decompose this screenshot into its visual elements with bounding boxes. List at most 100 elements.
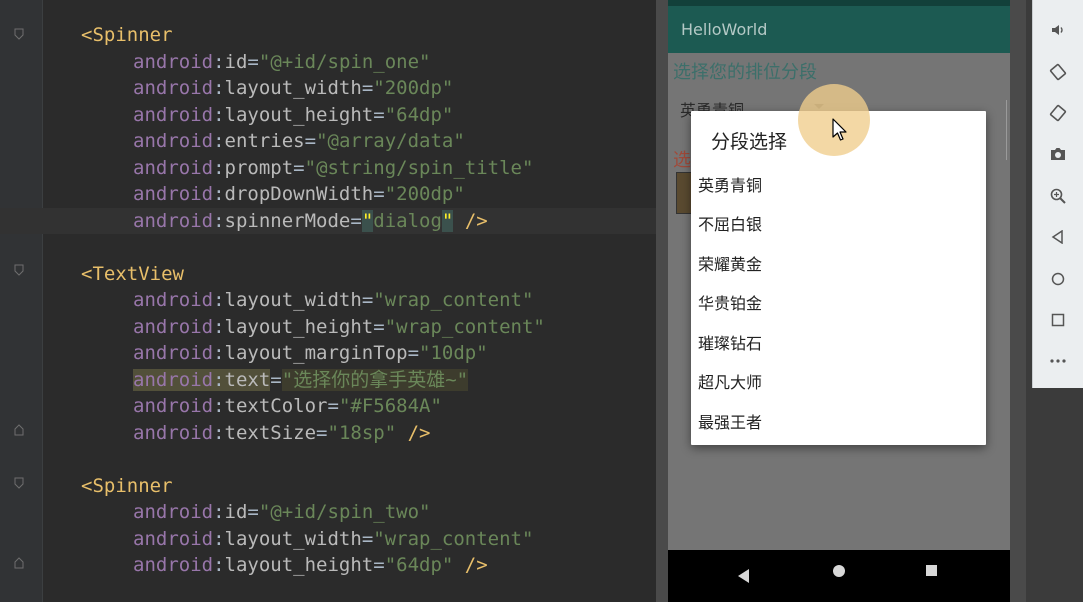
code-indent: android:id="@+id/spin_two": [0, 501, 430, 523]
equals: =: [361, 289, 374, 311]
code-line[interactable]: android:prompt="@string/spin_title": [0, 155, 656, 181]
back-icon[interactable]: [738, 569, 749, 583]
overview-icon[interactable]: [1045, 307, 1071, 333]
xml-namespace: android: [133, 209, 214, 232]
equals: =: [373, 183, 385, 205]
equals: =: [293, 156, 305, 179]
xml-namespace: android: [133, 183, 214, 205]
more-icon[interactable]: [1045, 348, 1071, 374]
equals: =: [361, 527, 374, 550]
camera-icon[interactable]: [1045, 141, 1071, 167]
xml-namespace: android: [133, 130, 214, 152]
xml-attribute: layout_height: [224, 554, 374, 576]
dialog-item[interactable]: 英勇青铜: [698, 172, 762, 196]
code-line[interactable]: android:textColor="#F5684A": [0, 393, 656, 419]
volume-icon[interactable]: [1045, 17, 1071, 43]
equals: =: [270, 368, 282, 391]
colon: :: [213, 50, 225, 73]
code-indent: android:layout_marginTop="10dp": [0, 342, 488, 364]
dialog-item[interactable]: 超凡大师: [698, 369, 762, 393]
xml-value: "200dp": [373, 77, 454, 99]
xml-value: "选择你的拿手英雄~": [281, 368, 469, 391]
equals: =: [304, 130, 317, 152]
xml-value: "64dp": [384, 103, 454, 126]
equals: =: [316, 421, 328, 444]
xml-value: "wrap_content": [373, 289, 534, 311]
xml-attribute: text: [224, 368, 271, 391]
code-line[interactable]: <Spinner: [0, 22, 656, 48]
code-line[interactable]: android:text="选择你的拿手英雄~": [0, 367, 656, 393]
xml-namespace: android: [133, 527, 214, 550]
xml-attribute: dropDownWidth: [224, 183, 374, 205]
xml-namespace: android: [133, 103, 214, 126]
xml-attribute: textColor: [224, 395, 328, 417]
code-line[interactable]: android:layout_height="wrap_content": [0, 314, 656, 340]
xml-value: "@string/spin_title": [304, 156, 534, 179]
dialog-item[interactable]: 最强王者: [698, 409, 762, 433]
code-line[interactable]: android:id="@+id/spin_two": [0, 499, 656, 525]
xml-namespace: android: [133, 342, 214, 364]
colon: :: [213, 289, 225, 311]
equals: =: [247, 501, 259, 523]
code-line[interactable]: [0, 446, 656, 472]
back-icon[interactable]: [1045, 224, 1071, 250]
code-line[interactable]: android:id="@+id/spin_one": [0, 49, 656, 75]
code-line[interactable]: android:layout_marginTop="10dp": [0, 340, 656, 366]
matched-quote: ": [361, 209, 374, 232]
spinner-dialog[interactable]: 分段选择 英勇青铜 不屈白银 荣耀黄金 华贵铂金 璀璨钻石 超凡大师 最强王者: [691, 111, 986, 445]
code-line[interactable]: android:layout_height="64dp": [0, 102, 656, 128]
xml-value: "wrap_content": [384, 315, 545, 338]
xml-namespace: android: [133, 395, 214, 417]
code-line[interactable]: android:textSize="18sp" />: [0, 420, 656, 446]
home-icon[interactable]: [833, 565, 845, 577]
code-line[interactable]: android:dropDownWidth="200dp": [0, 181, 656, 207]
xml-attribute: layout_marginTop: [224, 342, 408, 364]
code-indent: android:layout_height="wrap_content": [0, 316, 545, 338]
code-indent: android:textColor="#F5684A": [0, 395, 442, 417]
code-line[interactable]: android:spinnerMode="dialog" />: [0, 207, 656, 234]
rotate-right-icon[interactable]: [1045, 100, 1071, 126]
code-line[interactable]: android:layout_width="wrap_content": [0, 287, 656, 313]
code-line[interactable]: android:layout_width="200dp": [0, 75, 656, 101]
xml-attribute: id: [224, 50, 248, 73]
xml-namespace: android: [133, 421, 214, 444]
dialog-item[interactable]: 璀璨钻石: [698, 330, 762, 354]
code-line[interactable]: <Spinner: [0, 473, 656, 499]
xml-namespace: android: [133, 156, 214, 179]
equals: =: [373, 315, 385, 338]
dialog-item[interactable]: 不屈白银: [698, 211, 762, 235]
code-indent: android:spinnerMode="dialog" />: [0, 209, 488, 232]
xml-attribute: id: [224, 501, 248, 523]
equals: =: [373, 103, 385, 126]
xml-tag: <Spinner: [81, 474, 173, 497]
code-indent: android:layout_width="wrap_content": [0, 289, 533, 311]
code-line[interactable]: <TextView: [0, 261, 656, 287]
colon: :: [213, 368, 225, 391]
code-line[interactable]: android:entries="@array/data": [0, 128, 656, 154]
equals: =: [373, 554, 385, 576]
xml-namespace: android: [133, 50, 214, 73]
code-indent: android:prompt="@string/spin_title": [0, 157, 533, 179]
xml-value: "@+id/spin_two": [258, 501, 431, 523]
rotate-left-icon[interactable]: [1045, 59, 1071, 85]
colon: :: [213, 527, 225, 550]
code-indent: <TextView: [0, 263, 184, 285]
code-line[interactable]: [0, 234, 656, 260]
dialog-item[interactable]: 荣耀黄金: [698, 251, 762, 275]
colon: :: [213, 209, 225, 232]
code-line[interactable]: android:layout_width="wrap_content": [0, 526, 656, 552]
xml-value: "wrap_content": [373, 527, 534, 550]
zoom-icon[interactable]: [1045, 183, 1071, 209]
dialog-title: 分段选择: [711, 131, 788, 153]
xml-attribute: entries: [224, 130, 305, 152]
colon: :: [213, 130, 225, 152]
code-editor[interactable]: <Spinner android:id="@+id/spin_one" androi…: [0, 0, 656, 602]
android-nav-bar: [668, 550, 1010, 602]
code-line[interactable]: android:layout_height="64dp" />: [0, 552, 656, 578]
code-indent: android:layout_width="200dp": [0, 77, 453, 99]
home-icon[interactable]: [1045, 266, 1071, 292]
xml-namespace: android: [133, 368, 214, 391]
dialog-item[interactable]: 华贵铂金: [698, 290, 762, 314]
recents-icon[interactable]: [926, 565, 937, 576]
xml-attribute: layout_width: [224, 527, 362, 550]
